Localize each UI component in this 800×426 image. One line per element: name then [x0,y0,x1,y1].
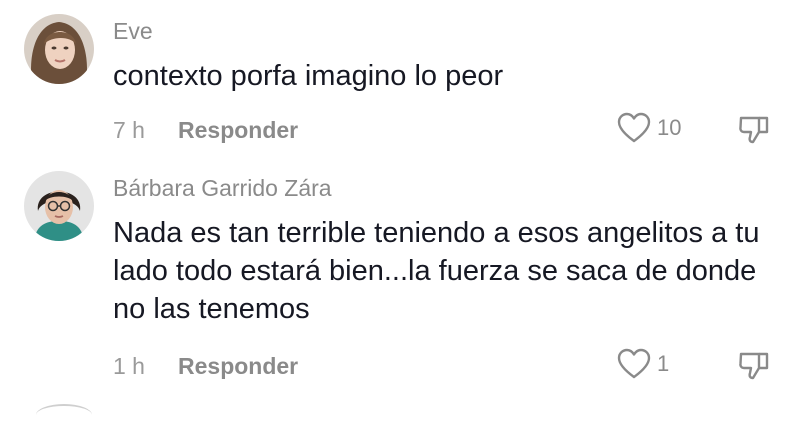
like-count: 1 [657,351,670,376]
comment-username[interactable]: Eve [113,18,153,45]
comment-text: contexto porfa imagino lo peor [113,60,504,92]
avatar-photo-icon [24,14,94,84]
reply-button[interactable]: Responder [178,117,298,144]
next-avatar-edge [36,404,92,426]
like-count: 10 [657,115,682,140]
comment-text: Nada es tan terrible teniendo a esos ang… [113,217,760,325]
dislike-button[interactable] [737,348,771,387]
thumbs-down-outline-icon [739,116,769,144]
comment-timestamp: 7 h [113,117,145,143]
comment-item: Eve contexto porfa imagino lo peor 7 h R… [0,0,800,160]
avatar[interactable] [24,14,94,84]
dislike-button[interactable] [737,112,771,151]
like-button[interactable]: 10 [617,112,681,144]
avatar[interactable] [24,171,94,241]
like-button[interactable]: 1 [617,348,669,380]
comment-item: Bárbara Garrido Zára Nada es tan terribl… [0,160,800,400]
heart-outline-icon [617,112,651,143]
comment-timestamp: 1 h [113,353,145,379]
reply-button[interactable]: Responder [178,353,298,380]
thumbs-down-outline-icon [739,352,769,380]
avatar-photo-icon [24,171,94,241]
heart-outline-icon [617,348,651,379]
comment-username[interactable]: Bárbara Garrido Zára [113,175,332,202]
